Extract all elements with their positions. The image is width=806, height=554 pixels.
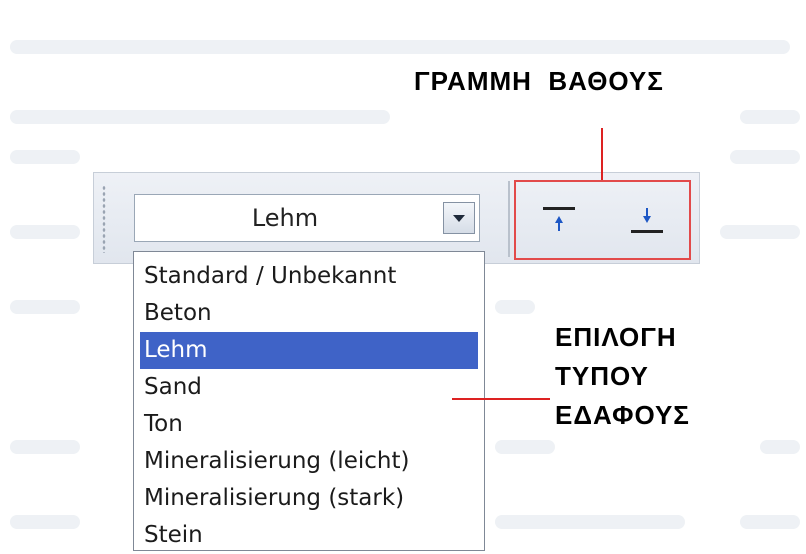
list-item[interactable]: Standard / Unbekannt: [134, 258, 484, 295]
list-item-selected[interactable]: Lehm: [140, 332, 478, 369]
soil-type-label-line2: ΤΥΠΟΥ: [555, 361, 649, 391]
depth-line-label: ΓΡΑΜΜΗ ΒΑΘΟΥΣ: [414, 66, 664, 96]
depth-line-down-button[interactable]: [618, 190, 678, 250]
list-item[interactable]: Sand: [134, 369, 484, 406]
toolbar-separator: [508, 181, 510, 257]
list-item[interactable]: Stein: [134, 517, 484, 554]
soil-type-value: Lehm: [251, 204, 319, 232]
depth-line-up-icon: [543, 207, 575, 231]
soil-leader-line: [452, 398, 550, 400]
list-item[interactable]: Mineralisierung (stark): [134, 480, 484, 517]
soil-type-label-line1: ΕΠΙΛΟΓΗ: [555, 322, 677, 352]
soil-type-combobox[interactable]: Lehm: [134, 194, 480, 242]
soil-type-label: ΕΠΙΛΟΓΗ ΤΥΠΟΥ ΕΔΑΦΟΥΣ: [555, 318, 690, 435]
depth-line-up-button[interactable]: [530, 190, 590, 250]
list-item[interactable]: Ton: [134, 406, 484, 443]
depth-line-down-icon: [631, 208, 663, 233]
dropdown-button[interactable]: [443, 202, 475, 234]
chevron-down-icon: [453, 215, 465, 222]
list-item[interactable]: Beton: [134, 295, 484, 332]
depth-line-group: [514, 180, 691, 260]
toolbar-grip[interactable]: [102, 185, 106, 253]
soil-type-dropdown-list: Standard / Unbekannt Beton Lehm Sand Ton…: [133, 251, 485, 551]
soil-type-label-line3: ΕΔΑΦΟΥΣ: [555, 400, 690, 430]
depth-leader-line: [601, 128, 603, 180]
list-item[interactable]: Mineralisierung (leicht): [134, 443, 484, 480]
